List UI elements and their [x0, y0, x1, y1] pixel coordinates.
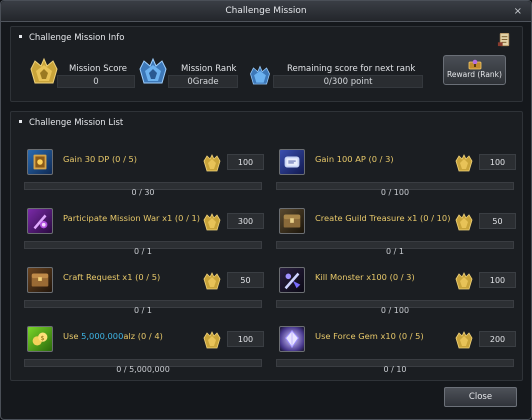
mission-title: Gain 100 AP (0 / 3)	[315, 154, 394, 164]
progress-text: 0 / 1	[134, 247, 152, 256]
force-gem-icon	[279, 326, 305, 352]
mission-book-icon[interactable]	[497, 32, 512, 47]
info-section-title: Challenge Mission Info	[19, 33, 125, 43]
gold-medal-icon	[203, 154, 221, 172]
reward-button-label: Reward (Rank)	[447, 70, 502, 79]
gold-medal-icon	[455, 213, 473, 231]
mission-points: 100	[479, 154, 516, 170]
mission-title: Use Force Gem x10 (0 / 5)	[315, 331, 424, 341]
mission-item: Kill Monster x100 (0 / 3) 100 0 / 100	[276, 264, 516, 321]
mission-title: Create Guild Treasure x1 (0 / 10)	[315, 213, 451, 223]
title-bar[interactable]: Challenge Mission ×	[1, 1, 531, 22]
progress-text: 0 / 30	[131, 188, 155, 197]
mission-title: Craft Request x1 (0 / 5)	[63, 272, 161, 282]
progress-text: 0 / 100	[380, 306, 410, 315]
mission-rank-label: Mission Rank	[181, 64, 237, 74]
mission-score-label: Mission Score	[69, 64, 128, 74]
progress-text: 0 / 1	[386, 247, 404, 256]
mission-item: Craft Request x1 (0 / 5) 50 0 / 1	[24, 264, 264, 321]
challenge-mission-window: Challenge Mission × Challenge Mission In…	[0, 0, 532, 420]
guild-treasure-icon	[279, 208, 305, 234]
mission-title: Gain 30 DP (0 / 5)	[63, 154, 138, 164]
reward-rank-button[interactable]: Reward (Rank)	[443, 55, 506, 85]
mission-info-panel: Challenge Mission Info Mission Score 0 M…	[10, 26, 523, 102]
list-section-title: Challenge Mission List	[19, 118, 123, 128]
close-icon[interactable]: ×	[514, 1, 522, 22]
mission-title: Kill Monster x100 (0 / 3)	[315, 272, 415, 282]
mission-points: 50	[479, 213, 516, 229]
gold-medal-icon	[203, 213, 221, 231]
mission-item: Gain 30 DP (0 / 5) 100 0 / 30	[24, 146, 264, 203]
gold-medal-icon	[203, 272, 221, 290]
mission-rank-value: 0Grade	[168, 75, 238, 88]
gold-medal-icon	[203, 331, 221, 349]
gold-score-icon	[30, 57, 58, 84]
mission-points: 100	[479, 272, 516, 288]
ap-scroll-icon	[279, 149, 305, 175]
progress-text: 0 / 1	[134, 306, 152, 315]
gold-medal-icon	[455, 331, 473, 349]
mission-points: 50	[227, 272, 264, 288]
reward-chest-icon	[468, 59, 481, 70]
progress-text: 0 / 10	[383, 365, 407, 374]
remaining-score-value: 0/300 point	[273, 75, 423, 88]
mission-war-icon	[27, 208, 53, 234]
dp-book-icon	[27, 149, 53, 175]
progress-text: 0 / 100	[380, 188, 410, 197]
gold-medal-icon	[455, 272, 473, 290]
blue-rank-icon	[139, 57, 167, 84]
mission-points: 300	[227, 213, 264, 229]
alz-coins-icon: $	[27, 326, 53, 352]
window-title: Challenge Mission	[225, 6, 307, 16]
craft-chest-icon	[27, 267, 53, 293]
progress-text: 0 / 5,000,000	[116, 365, 170, 374]
mission-score-value: 0	[57, 75, 135, 88]
mission-points: 200	[479, 331, 516, 347]
gold-medal-icon	[455, 154, 473, 172]
svg-text:$: $	[40, 334, 44, 342]
kill-monster-icon	[279, 267, 305, 293]
remaining-score-label: Remaining score for next rank	[287, 64, 416, 74]
mission-title: Use 5,000,000alz (0 / 4)	[63, 331, 163, 341]
mission-points: 100	[227, 331, 264, 347]
mission-points: 100	[227, 154, 264, 170]
mission-item: Use Force Gem x10 (0 / 5) 200 0 / 10	[276, 323, 516, 380]
close-button[interactable]: Close	[444, 387, 517, 407]
mission-item: Create Guild Treasure x1 (0 / 10) 50 0 /…	[276, 205, 516, 262]
mission-item: $ Use 5,000,000alz (0 / 4) 100 0 / 5,000…	[24, 323, 264, 380]
mission-item: Gain 100 AP (0 / 3) 100 0 / 100	[276, 146, 516, 203]
mission-list-panel: Challenge Mission List Gain 30 DP (0 / 5…	[10, 111, 523, 381]
mission-title: Participate Mission War x1 (0 / 1)	[63, 213, 201, 223]
next-rank-icon	[250, 65, 270, 85]
mission-item: Participate Mission War x1 (0 / 1) 300 0…	[24, 205, 264, 262]
